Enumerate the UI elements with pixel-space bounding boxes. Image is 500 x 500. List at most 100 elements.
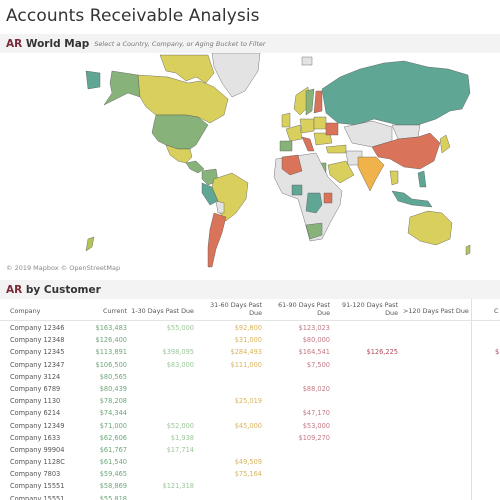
table-row[interactable]: Company 99904 $61,767 $17,714	[0, 444, 500, 456]
current-cell[interactable]: $126,400	[96, 336, 127, 344]
current-cell[interactable]: $78,208	[100, 397, 127, 405]
company-cell[interactable]: Company 1128C	[10, 458, 65, 466]
company-cell[interactable]: Company 12345	[10, 348, 64, 356]
days-1-30-cell[interactable]: $55,000	[167, 324, 194, 332]
current-cell[interactable]: $58,869	[100, 482, 127, 490]
country-france[interactable]	[285, 124, 303, 142]
company-cell[interactable]: Company 6214	[10, 409, 60, 417]
country-nigeria[interactable]	[291, 184, 303, 196]
country-uk[interactable]	[281, 112, 291, 128]
table-row[interactable]: Company 1633 $62,606 $1,938 $109,270	[0, 432, 500, 444]
country-australia[interactable]	[407, 210, 453, 246]
country-italy[interactable]	[301, 136, 315, 152]
country-germany[interactable]	[299, 118, 315, 134]
company-cell[interactable]: Company 6789	[10, 385, 60, 393]
country-finland[interactable]	[313, 90, 323, 114]
current-cell[interactable]: $59,465	[100, 470, 127, 478]
table-row[interactable]: Company 12349 $71,000 $52,000 $45,000 $53,00…	[0, 420, 500, 432]
table-row[interactable]: Company 15551 $58,869 $121,318	[0, 480, 500, 492]
days-31-60-cell[interactable]: $25,019	[235, 397, 262, 405]
days-31-60-cell[interactable]: $31,000	[235, 336, 262, 344]
current-cell[interactable]: $61,767	[100, 446, 127, 454]
world-map[interactable]	[0, 53, 500, 275]
column-header-61-90[interactable]: 61-90 Days Past Due	[278, 301, 330, 317]
country-russia[interactable]	[321, 60, 471, 126]
country-turkey[interactable]	[325, 144, 347, 154]
days-1-30-cell[interactable]: $398,095	[163, 348, 194, 356]
country-russia-far-east[interactable]	[85, 70, 101, 90]
days-31-60-cell[interactable]: $284,493	[231, 348, 262, 356]
column-header-current[interactable]: Current	[103, 307, 127, 315]
table-row[interactable]: Company 12348 $126,400 $31,000 $80,000	[0, 334, 500, 346]
days-61-90-cell[interactable]: $7,500	[307, 361, 330, 369]
country-usa-alaska[interactable]	[103, 70, 141, 106]
table-row[interactable]: Company 1128C $61,540 $49,509	[0, 456, 500, 468]
country-new-zealand-west[interactable]	[85, 236, 95, 252]
map-attribution[interactable]: © 2019 Mapbox © OpenStreetMap	[6, 264, 120, 272]
days-1-30-cell[interactable]: $83,000	[167, 361, 194, 369]
current-cell[interactable]: $80,439	[100, 385, 127, 393]
table-row[interactable]: Company 6214 $74,344 $47,170	[0, 407, 500, 419]
current-cell[interactable]: $55,818	[100, 495, 127, 500]
company-cell[interactable]: Company 12348	[10, 336, 64, 344]
company-cell[interactable]: Company 3124	[10, 373, 60, 381]
days-91-120-cell[interactable]: $126,225	[367, 348, 398, 356]
country-sweden[interactable]	[305, 88, 315, 116]
table-row[interactable]: Company 1130 $78,208 $25,019	[0, 395, 500, 407]
country-argentina[interactable]	[207, 212, 227, 268]
days-61-90-cell[interactable]: $47,170	[303, 409, 330, 417]
days-1-30-cell[interactable]: $1,938	[171, 434, 194, 442]
days-61-90-cell[interactable]: $109,270	[299, 434, 330, 442]
column-header-1-30[interactable]: 1-30 Days Past Due	[131, 307, 194, 315]
company-cell[interactable]: Company 7803	[10, 470, 60, 478]
table-row[interactable]: Company 12346 $163,483 $55,000 $92,800 $123,…	[0, 322, 500, 334]
current-cell[interactable]: $113,891	[96, 348, 127, 356]
current-cell[interactable]: $74,344	[100, 409, 127, 417]
country-new-zealand[interactable]	[465, 244, 471, 256]
days-31-60-cell[interactable]: $45,000	[235, 422, 262, 430]
days-61-90-cell[interactable]: $80,000	[303, 336, 330, 344]
current-cell[interactable]: $62,606	[100, 434, 127, 442]
country-brazil[interactable]	[211, 172, 249, 222]
company-cell[interactable]: Company 1130	[10, 397, 60, 405]
country-greenland[interactable]	[211, 53, 261, 98]
country-indonesia[interactable]	[391, 190, 433, 208]
country-kenya[interactable]	[323, 192, 333, 204]
country-central-america[interactable]	[185, 160, 205, 174]
days-61-90-cell[interactable]: $53,000	[303, 422, 330, 430]
days-31-60-cell[interactable]: $92,800	[235, 324, 262, 332]
company-cell[interactable]: Company 12347	[10, 361, 64, 369]
table-row[interactable]: Company 15551 $55,818	[0, 493, 500, 500]
company-cell[interactable]: Company 1633	[10, 434, 60, 442]
table-row[interactable]: Company 7803 $59,465 $75,164	[0, 468, 500, 480]
days-61-90-cell[interactable]: $164,541	[299, 348, 330, 356]
company-cell[interactable]: Company 15551	[10, 495, 64, 500]
country-bolivia[interactable]	[215, 200, 225, 214]
overflow-cell[interactable]: $	[495, 348, 499, 356]
current-cell[interactable]: $61,540	[100, 458, 127, 466]
table-row[interactable]: Company 12347 $106,500 $83,000 $111,000 $7,5…	[0, 359, 500, 371]
country-india[interactable]	[357, 156, 385, 192]
days-61-90-cell[interactable]: $123,023	[299, 324, 330, 332]
country-thailand[interactable]	[389, 170, 399, 186]
days-61-90-cell[interactable]: $88,020	[303, 385, 330, 393]
table-row[interactable]: Company 3124 $80,565	[0, 371, 500, 383]
table-row[interactable]: Company 12345 $113,891 $398,095 $284,493 $16…	[0, 346, 500, 358]
company-cell[interactable]: Company 12346	[10, 324, 64, 332]
table-row[interactable]: Company 6789 $80,439 $88,020	[0, 383, 500, 395]
country-iceland[interactable]	[301, 56, 313, 66]
column-header-overflow[interactable]: C	[494, 307, 498, 315]
country-spain[interactable]	[279, 140, 293, 152]
days-1-30-cell[interactable]: $17,714	[167, 446, 194, 454]
current-cell[interactable]: $106,500	[96, 361, 127, 369]
column-header-31-60[interactable]: 31-60 Days Past Due	[210, 301, 262, 317]
current-cell[interactable]: $80,565	[100, 373, 127, 381]
country-usa[interactable]	[151, 114, 209, 150]
company-cell[interactable]: Company 99904	[10, 446, 64, 454]
country-poland[interactable]	[313, 116, 327, 130]
column-header-company[interactable]: Company	[10, 307, 40, 315]
column-header-91-120[interactable]: 91-120 Days Past Due	[342, 301, 398, 317]
country-japan[interactable]	[439, 134, 451, 154]
days-31-60-cell[interactable]: $111,000	[231, 361, 262, 369]
country-philippines[interactable]	[417, 170, 427, 188]
